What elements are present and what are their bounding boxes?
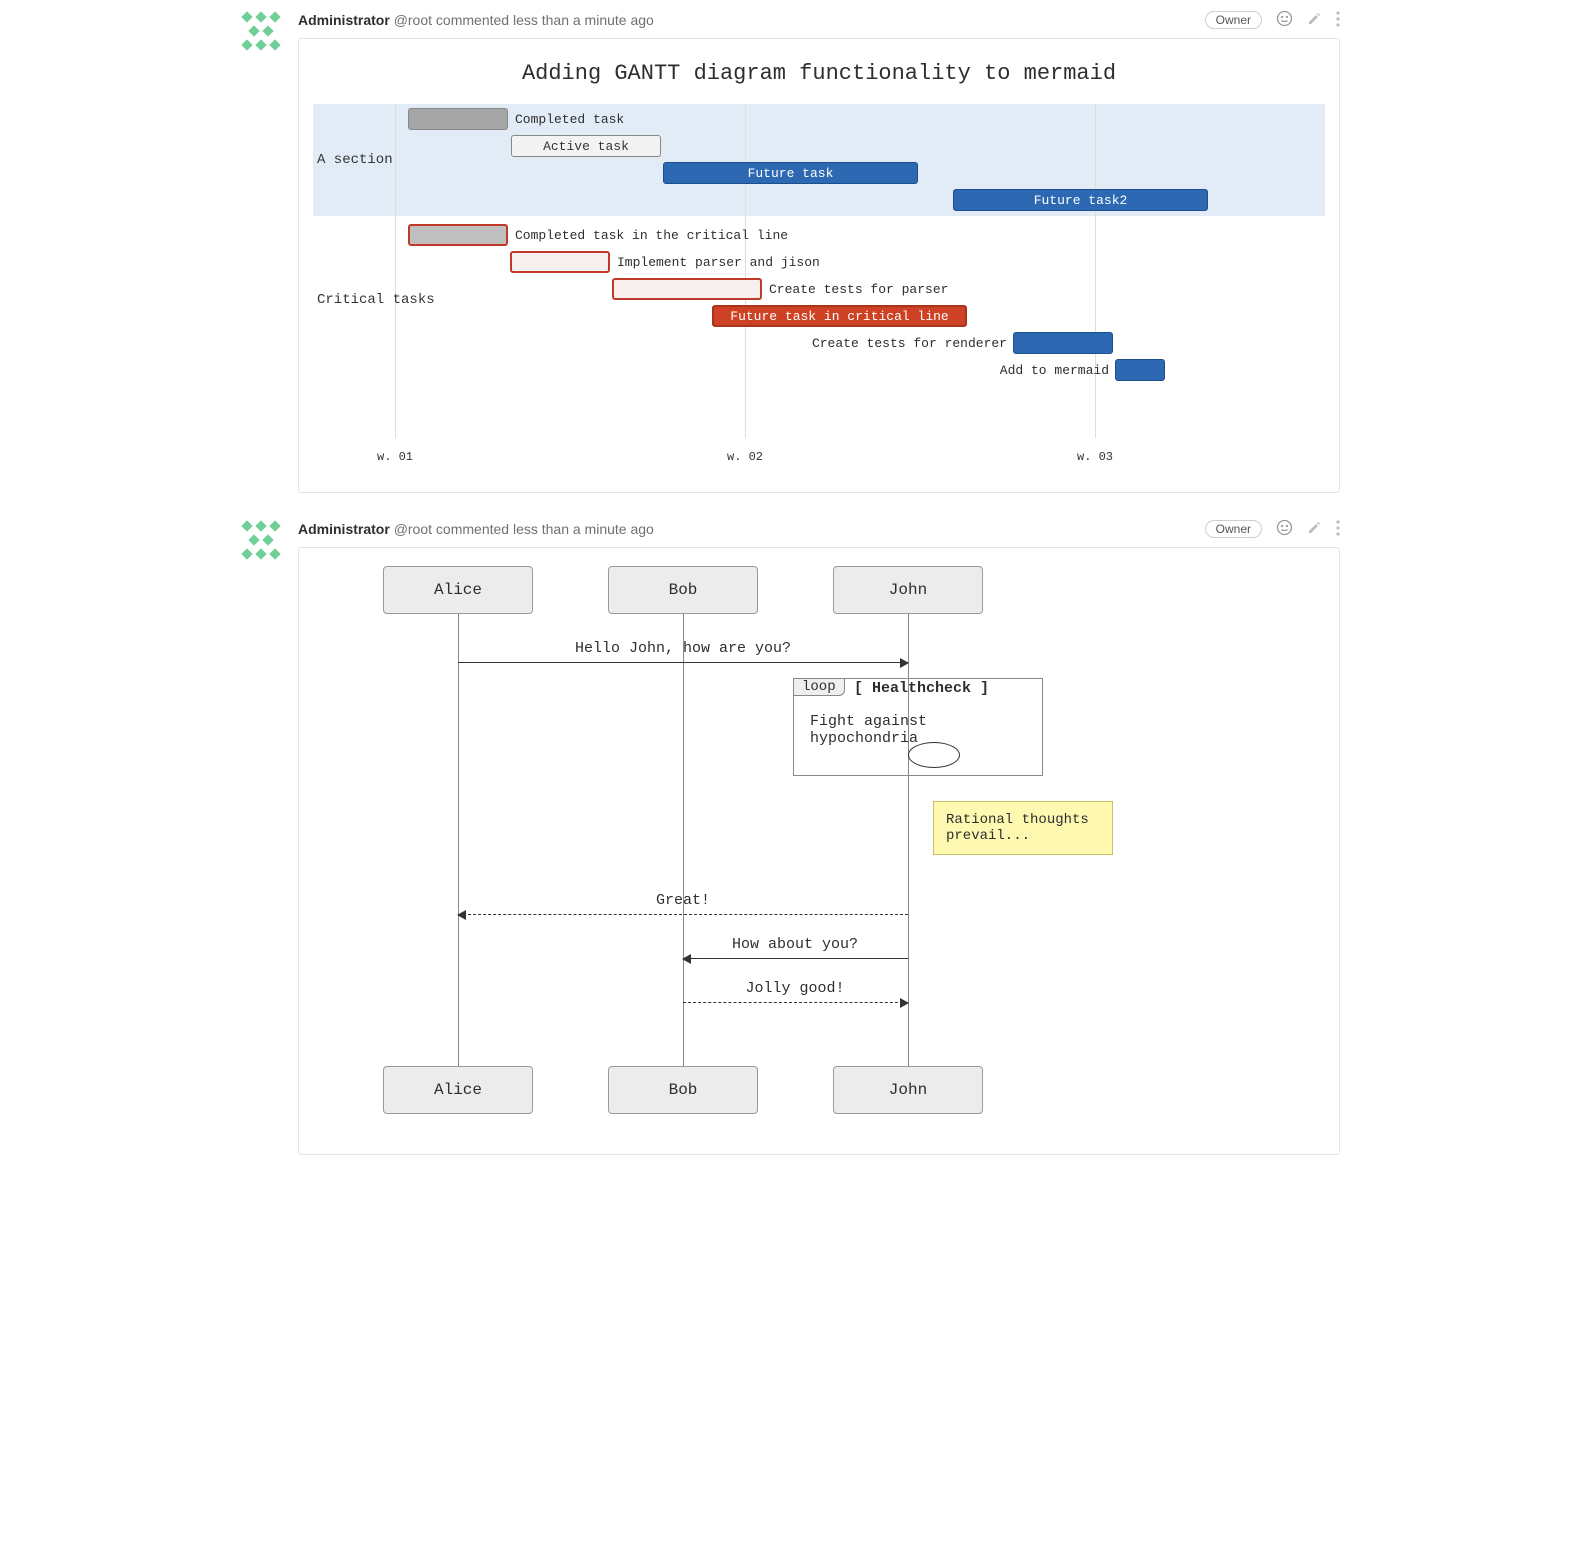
seq-self-loop-icon (908, 742, 960, 768)
gantt-title: Adding GANTT diagram functionality to me… (313, 61, 1325, 86)
owner-badge: Owner (1205, 11, 1262, 29)
seq-msg-label: How about you? (732, 936, 858, 953)
gantt-bar (1115, 359, 1165, 381)
gantt-bar-label: Completed task in the critical line (515, 224, 788, 246)
seq-actor: Alice (383, 566, 533, 614)
seq-sticky-note: Rational thoughts prevail... (933, 801, 1113, 855)
gantt-bar: Active task (511, 135, 661, 157)
seq-msg (458, 914, 908, 915)
seq-msg-label: Hello John, how are you? (575, 640, 791, 657)
gantt-panel: Adding GANTT diagram functionality to me… (298, 38, 1340, 493)
gantt-bar-label: Future task (748, 166, 834, 181)
gantt-bar-label: Create tests for renderer (812, 332, 1007, 354)
seq-msg-label: Great! (656, 892, 710, 909)
author-handle[interactable]: @root (394, 521, 432, 537)
gantt-bar-label: Future task in critical line (730, 309, 948, 324)
comment-sequence: Administrator @root commented less than … (240, 515, 1340, 1155)
seq-loop-title: [ Healthcheck ] (854, 680, 989, 697)
gantt-bar-label: Implement parser and jison (617, 251, 820, 273)
seq-lifeline (683, 614, 684, 1066)
gantt-bar-label: Add to mermaid (1000, 359, 1109, 381)
gantt-chart: w. 01 w. 02 w. 03 A section Critical tas… (313, 104, 1325, 464)
emoji-icon[interactable] (1276, 10, 1293, 30)
comment-time: commented less than a minute ago (436, 521, 654, 537)
sequence-diagram: Alice Bob John Hello John, how are you? … (313, 566, 1325, 1126)
seq-msg (683, 958, 908, 959)
more-icon[interactable] (1336, 11, 1340, 30)
edit-icon[interactable] (1307, 11, 1322, 29)
gantt-section-label: A section (317, 152, 393, 168)
gantt-gridline (395, 104, 396, 438)
comment-header: Administrator @root commented less than … (298, 6, 1340, 38)
comment-time: commented less than a minute ago (436, 12, 654, 28)
seq-actor: Bob (608, 1066, 758, 1114)
gantt-bar-label: Completed task (515, 108, 624, 130)
gantt-tick: w. 02 (727, 450, 763, 464)
seq-actor: John (833, 566, 983, 614)
comment-gantt: Administrator @root commented less than … (240, 6, 1340, 493)
gantt-tick: w. 01 (377, 450, 413, 464)
gantt-bar (408, 108, 508, 130)
gantt-bar (612, 278, 762, 300)
avatar (240, 6, 298, 493)
gantt-bar: Future task in critical line (712, 305, 967, 327)
author-name[interactable]: Administrator (298, 12, 390, 28)
gantt-section-label: Critical tasks (317, 292, 435, 308)
seq-msg (458, 662, 908, 663)
gantt-gridline (1095, 104, 1096, 438)
seq-msg (683, 1002, 908, 1003)
emoji-icon[interactable] (1276, 519, 1293, 539)
gantt-bar-label: Create tests for parser (769, 278, 948, 300)
seq-msg-label: Jolly good! (745, 980, 844, 997)
more-icon[interactable] (1336, 520, 1340, 539)
comment-header: Administrator @root commented less than … (298, 515, 1340, 547)
seq-actor: Alice (383, 1066, 533, 1114)
edit-icon[interactable] (1307, 520, 1322, 538)
gantt-bar-label: Future task2 (1034, 193, 1128, 208)
seq-actor: John (833, 1066, 983, 1114)
gantt-bar (510, 251, 610, 273)
gantt-bar-label: Active task (543, 139, 629, 154)
gantt-bar (408, 224, 508, 246)
seq-lifeline (458, 614, 459, 1066)
gantt-bar: Future task2 (953, 189, 1208, 211)
gantt-bar (1013, 332, 1113, 354)
owner-badge: Owner (1205, 520, 1262, 538)
avatar (240, 515, 298, 1155)
seq-loop-tab: loop (793, 678, 845, 696)
gantt-bar: Future task (663, 162, 918, 184)
sequence-panel: Alice Bob John Hello John, how are you? … (298, 547, 1340, 1155)
author-handle[interactable]: @root (394, 12, 432, 28)
author-name[interactable]: Administrator (298, 521, 390, 537)
seq-actor: Bob (608, 566, 758, 614)
gantt-tick: w. 03 (1077, 450, 1113, 464)
